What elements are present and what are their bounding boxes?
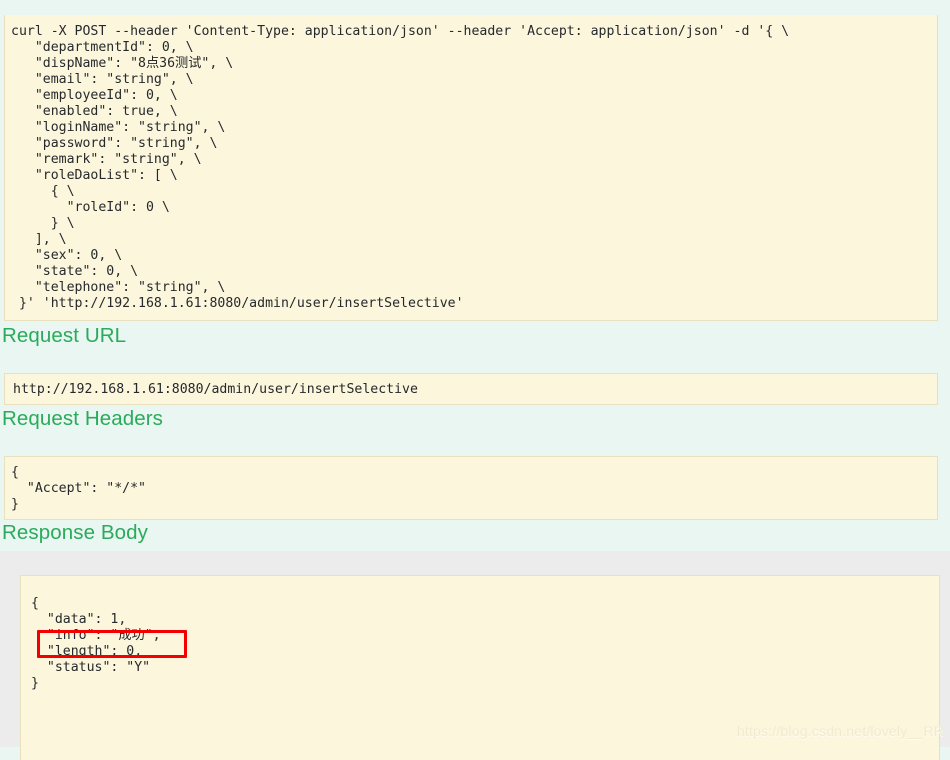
curl-command-block: curl -X POST --header 'Content-Type: app… bbox=[4, 15, 938, 322]
response-body-container: { "data": 1, "info": "成功", "length": 0, … bbox=[0, 551, 950, 760]
blog-watermark: https://blog.csdn.net/lovely__RR bbox=[736, 723, 944, 739]
section-heading-request-headers: Request Headers bbox=[2, 407, 164, 430]
section-heading-response-body: Response Body bbox=[2, 521, 149, 544]
swagger-response-page: curl -X POST --header 'Content-Type: app… bbox=[0, 0, 950, 760]
request-headers-block: { "Accept": "*/*" } bbox=[4, 456, 938, 521]
section-heading-request-url: Request URL bbox=[2, 324, 127, 347]
request-url-value: http://192.168.1.61:8080/admin/user/inse… bbox=[4, 373, 938, 406]
